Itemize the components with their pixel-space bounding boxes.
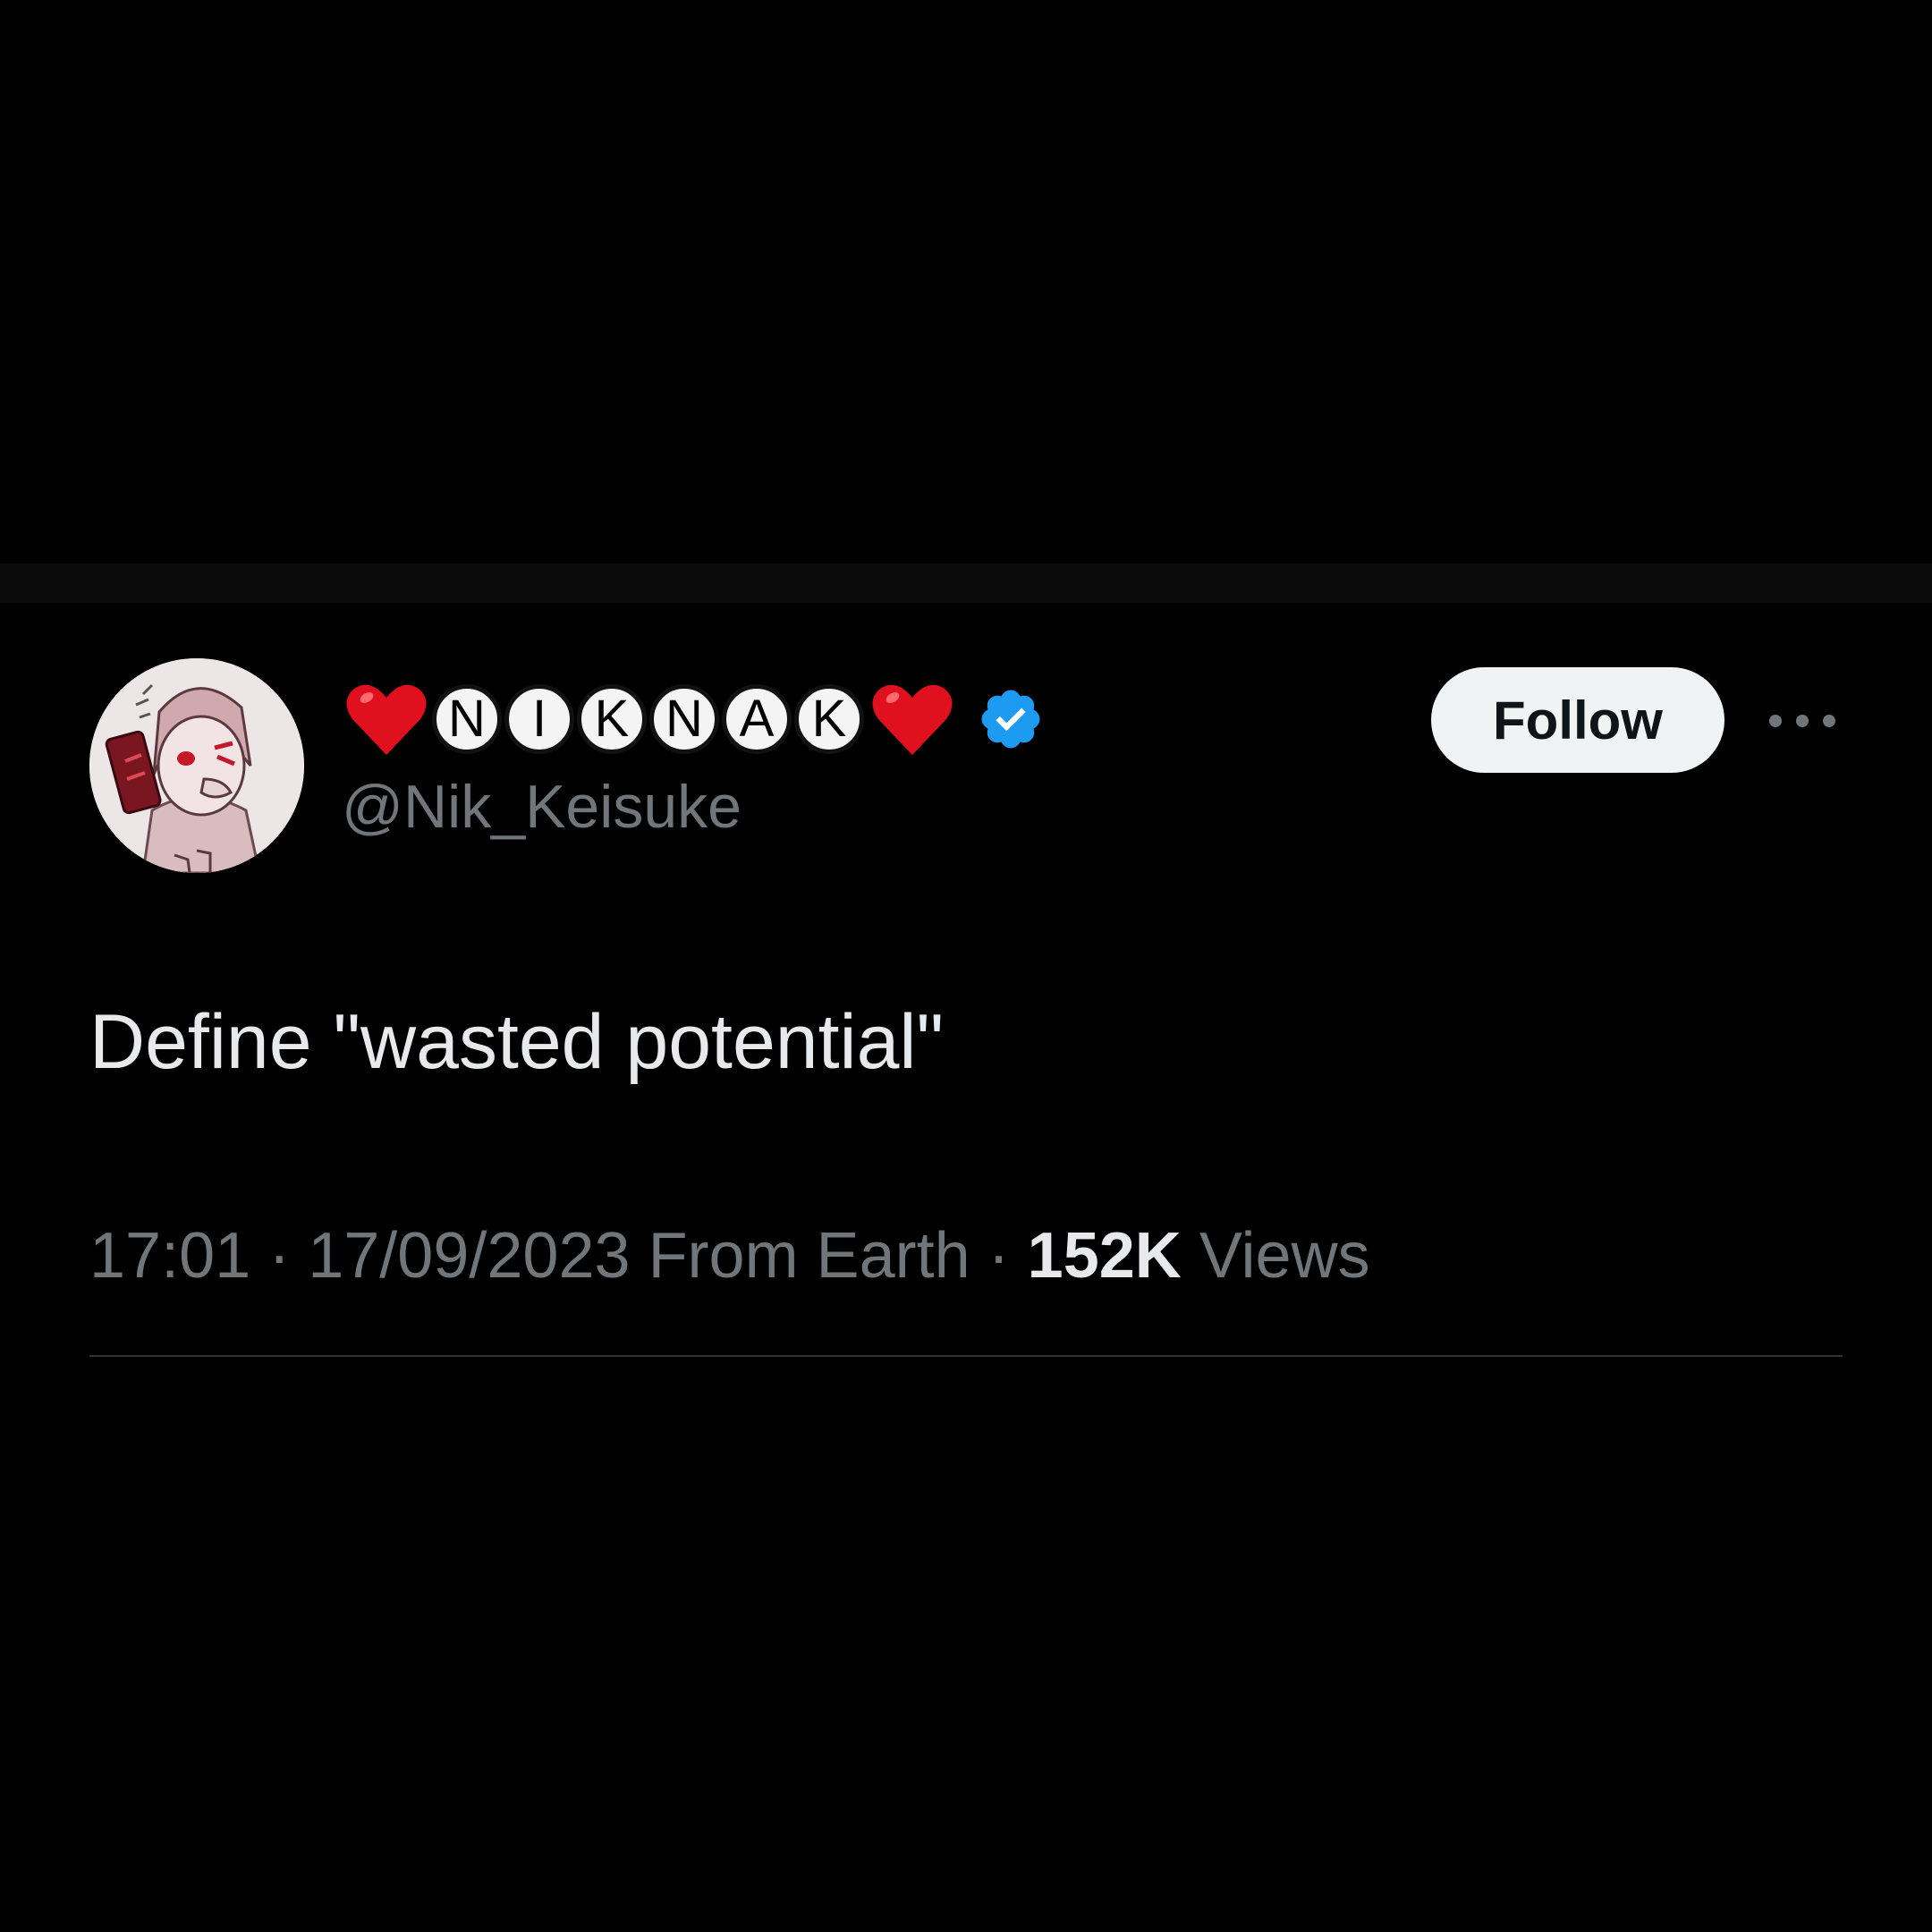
tweet-source: From Earth xyxy=(648,1220,970,1292)
name-letter: A xyxy=(722,684,792,754)
display-name[interactable]: N I K N A K xyxy=(342,673,1045,766)
name-letter: N xyxy=(649,684,719,754)
tweet-text: Define "wasted potential" xyxy=(89,999,945,1085)
name-letter: I xyxy=(504,684,574,754)
name-letter: N xyxy=(432,684,502,754)
views-count[interactable]: 152K xyxy=(1028,1220,1182,1292)
avatar[interactable] xyxy=(89,658,304,873)
more-dot xyxy=(1823,715,1835,727)
divider xyxy=(89,1355,1843,1357)
tweet-page: N I K N A K @Nik_Keisuke Follow Define "… xyxy=(0,0,1932,1932)
name-letter: K xyxy=(577,684,647,754)
display-name-letters: N I K N A K xyxy=(432,684,867,754)
more-dot xyxy=(1796,715,1809,727)
follow-button[interactable]: Follow xyxy=(1431,667,1724,773)
meta-separator: · xyxy=(987,1220,1010,1292)
more-dot xyxy=(1769,715,1782,727)
more-options-icon[interactable] xyxy=(1769,703,1835,739)
section-divider xyxy=(0,564,1932,603)
avatar-illustration xyxy=(89,658,304,873)
tweet-time[interactable]: 17:01 xyxy=(89,1220,250,1292)
meta-separator: · xyxy=(268,1220,291,1292)
tweet-date[interactable]: 17/09/2023 xyxy=(308,1220,630,1292)
views-label: Views xyxy=(1199,1220,1370,1292)
user-handle[interactable]: @Nik_Keisuke xyxy=(342,776,741,837)
name-letter: K xyxy=(794,684,864,754)
heart-icon xyxy=(346,684,427,755)
heart-icon xyxy=(872,684,953,755)
verified-badge-icon[interactable] xyxy=(977,685,1045,753)
tweet-metadata: 17:01 · 17/09/2023 From Earth · 152K Vie… xyxy=(89,1224,1370,1288)
